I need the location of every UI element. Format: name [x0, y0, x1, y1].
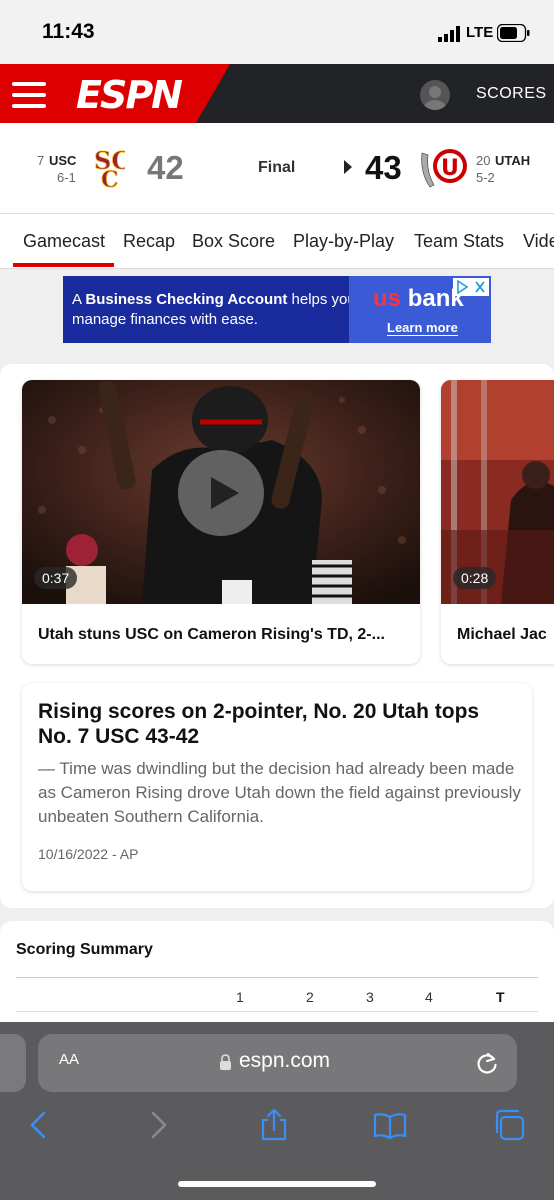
- game-status: Final: [258, 159, 296, 176]
- home-indicator: [178, 1181, 376, 1187]
- status-bar: 11:43 LTE: [0, 0, 554, 64]
- video-thumbnail: [22, 380, 420, 604]
- home-team-abbr: UTAH: [495, 153, 531, 168]
- home-rank: 20: [476, 153, 491, 168]
- browser-toolbar: [0, 1092, 554, 1200]
- home-record: 5-2: [476, 170, 495, 185]
- share-icon[interactable]: [257, 1108, 291, 1142]
- recap-article-card[interactable]: Rising scores on 2-pointer, No. 20 Utah …: [22, 683, 532, 891]
- tab-gamecast[interactable]: Gamecast: [23, 231, 105, 252]
- bookmarks-icon[interactable]: [373, 1108, 407, 1142]
- divider: [16, 977, 538, 978]
- video-duration: 0:37: [34, 567, 78, 589]
- article-summary: — Time was dwindling but the decision ha…: [38, 759, 521, 826]
- battery-icon: [497, 24, 530, 42]
- adchoices-icon[interactable]: [453, 278, 489, 296]
- game-tabs: Gamecast Recap Box Score Play-by-Play Te…: [0, 214, 554, 269]
- status-time: 11:43: [42, 20, 95, 43]
- article-separator: -: [111, 846, 117, 862]
- active-tab-indicator: [13, 263, 114, 267]
- usc-logo-icon: SC C: [94, 147, 125, 189]
- back-icon[interactable]: [22, 1108, 56, 1142]
- article-headline[interactable]: Rising scores on 2-pointer, No. 20 Utah …: [38, 699, 518, 749]
- network-label: LTE: [466, 24, 494, 41]
- address-bar[interactable]: AA espn.com: [38, 1034, 517, 1092]
- hamburger-menu-icon[interactable]: [12, 82, 46, 108]
- quarter-header: 2: [306, 989, 314, 1005]
- video-tile[interactable]: 0:28 Michael Jac: [441, 380, 554, 664]
- lock-icon: [220, 1054, 231, 1070]
- forward-icon[interactable]: [141, 1108, 175, 1142]
- winner-arrow-icon: [344, 160, 352, 174]
- video-title[interactable]: Michael Jac: [457, 626, 547, 644]
- tab-play-by-play[interactable]: Play-by-Play: [293, 231, 394, 252]
- away-team-abbr: USC: [49, 153, 77, 168]
- tab-box-score[interactable]: Box Score: [192, 231, 275, 252]
- divider: [16, 1011, 538, 1012]
- us-bank-logo: us bank: [373, 285, 464, 312]
- ad-text: A Business Checking Account helps you ma…: [72, 291, 356, 328]
- play-button-icon[interactable]: [178, 450, 264, 536]
- scores-link[interactable]: SCORES: [476, 85, 547, 103]
- espn-logo[interactable]: ESPN: [76, 73, 183, 117]
- url-text[interactable]: espn.com: [239, 1049, 330, 1073]
- scoring-summary-title: Scoring Summary: [16, 941, 153, 958]
- reload-icon[interactable]: [474, 1050, 500, 1076]
- quarter-header: 3: [366, 989, 374, 1005]
- home-score: 43: [365, 149, 402, 186]
- away-rank: 7: [37, 153, 45, 168]
- video-tile[interactable]: 0:37 Utah stuns USC on Cameron Rising's …: [22, 380, 420, 664]
- svg-text:U: U: [441, 156, 459, 181]
- quarter-header: 4: [425, 989, 433, 1005]
- tab-team-stats[interactable]: Team Stats: [414, 231, 504, 252]
- away-score: 42: [147, 149, 184, 186]
- video-title[interactable]: Utah stuns USC on Cameron Rising's TD, 2…: [38, 626, 385, 644]
- quarter-header: 1: [236, 989, 244, 1005]
- article-meta: 10/16/2022 - AP: [38, 846, 138, 862]
- away-record: 6-1: [57, 170, 76, 185]
- espn-header: ESPN SCORES: [0, 64, 554, 123]
- learn-more-link[interactable]: Learn more: [387, 320, 458, 336]
- article-date: 10/16/2022: [38, 846, 109, 862]
- tab-videos[interactable]: Vide: [523, 231, 554, 252]
- tab-recap[interactable]: Recap: [123, 231, 175, 252]
- tabs-icon[interactable]: [492, 1108, 526, 1142]
- us-bank-ad[interactable]: A Business Checking Account helps you ma…: [63, 276, 491, 343]
- previous-tab-preview[interactable]: [0, 1034, 26, 1092]
- scoreboard[interactable]: 7 USC 6-1 SC C 42 Final 43 U 20 UTAH 5-2: [0, 123, 554, 214]
- svg-text:C: C: [101, 167, 119, 189]
- video-duration: 0:28: [453, 567, 497, 589]
- utah-logo-icon: U: [421, 149, 467, 188]
- signal-icon: [438, 26, 460, 42]
- text-size-button[interactable]: AA: [59, 1051, 79, 1069]
- article-source: AP: [119, 846, 139, 862]
- total-header: T: [496, 989, 505, 1005]
- profile-icon[interactable]: [420, 80, 450, 110]
